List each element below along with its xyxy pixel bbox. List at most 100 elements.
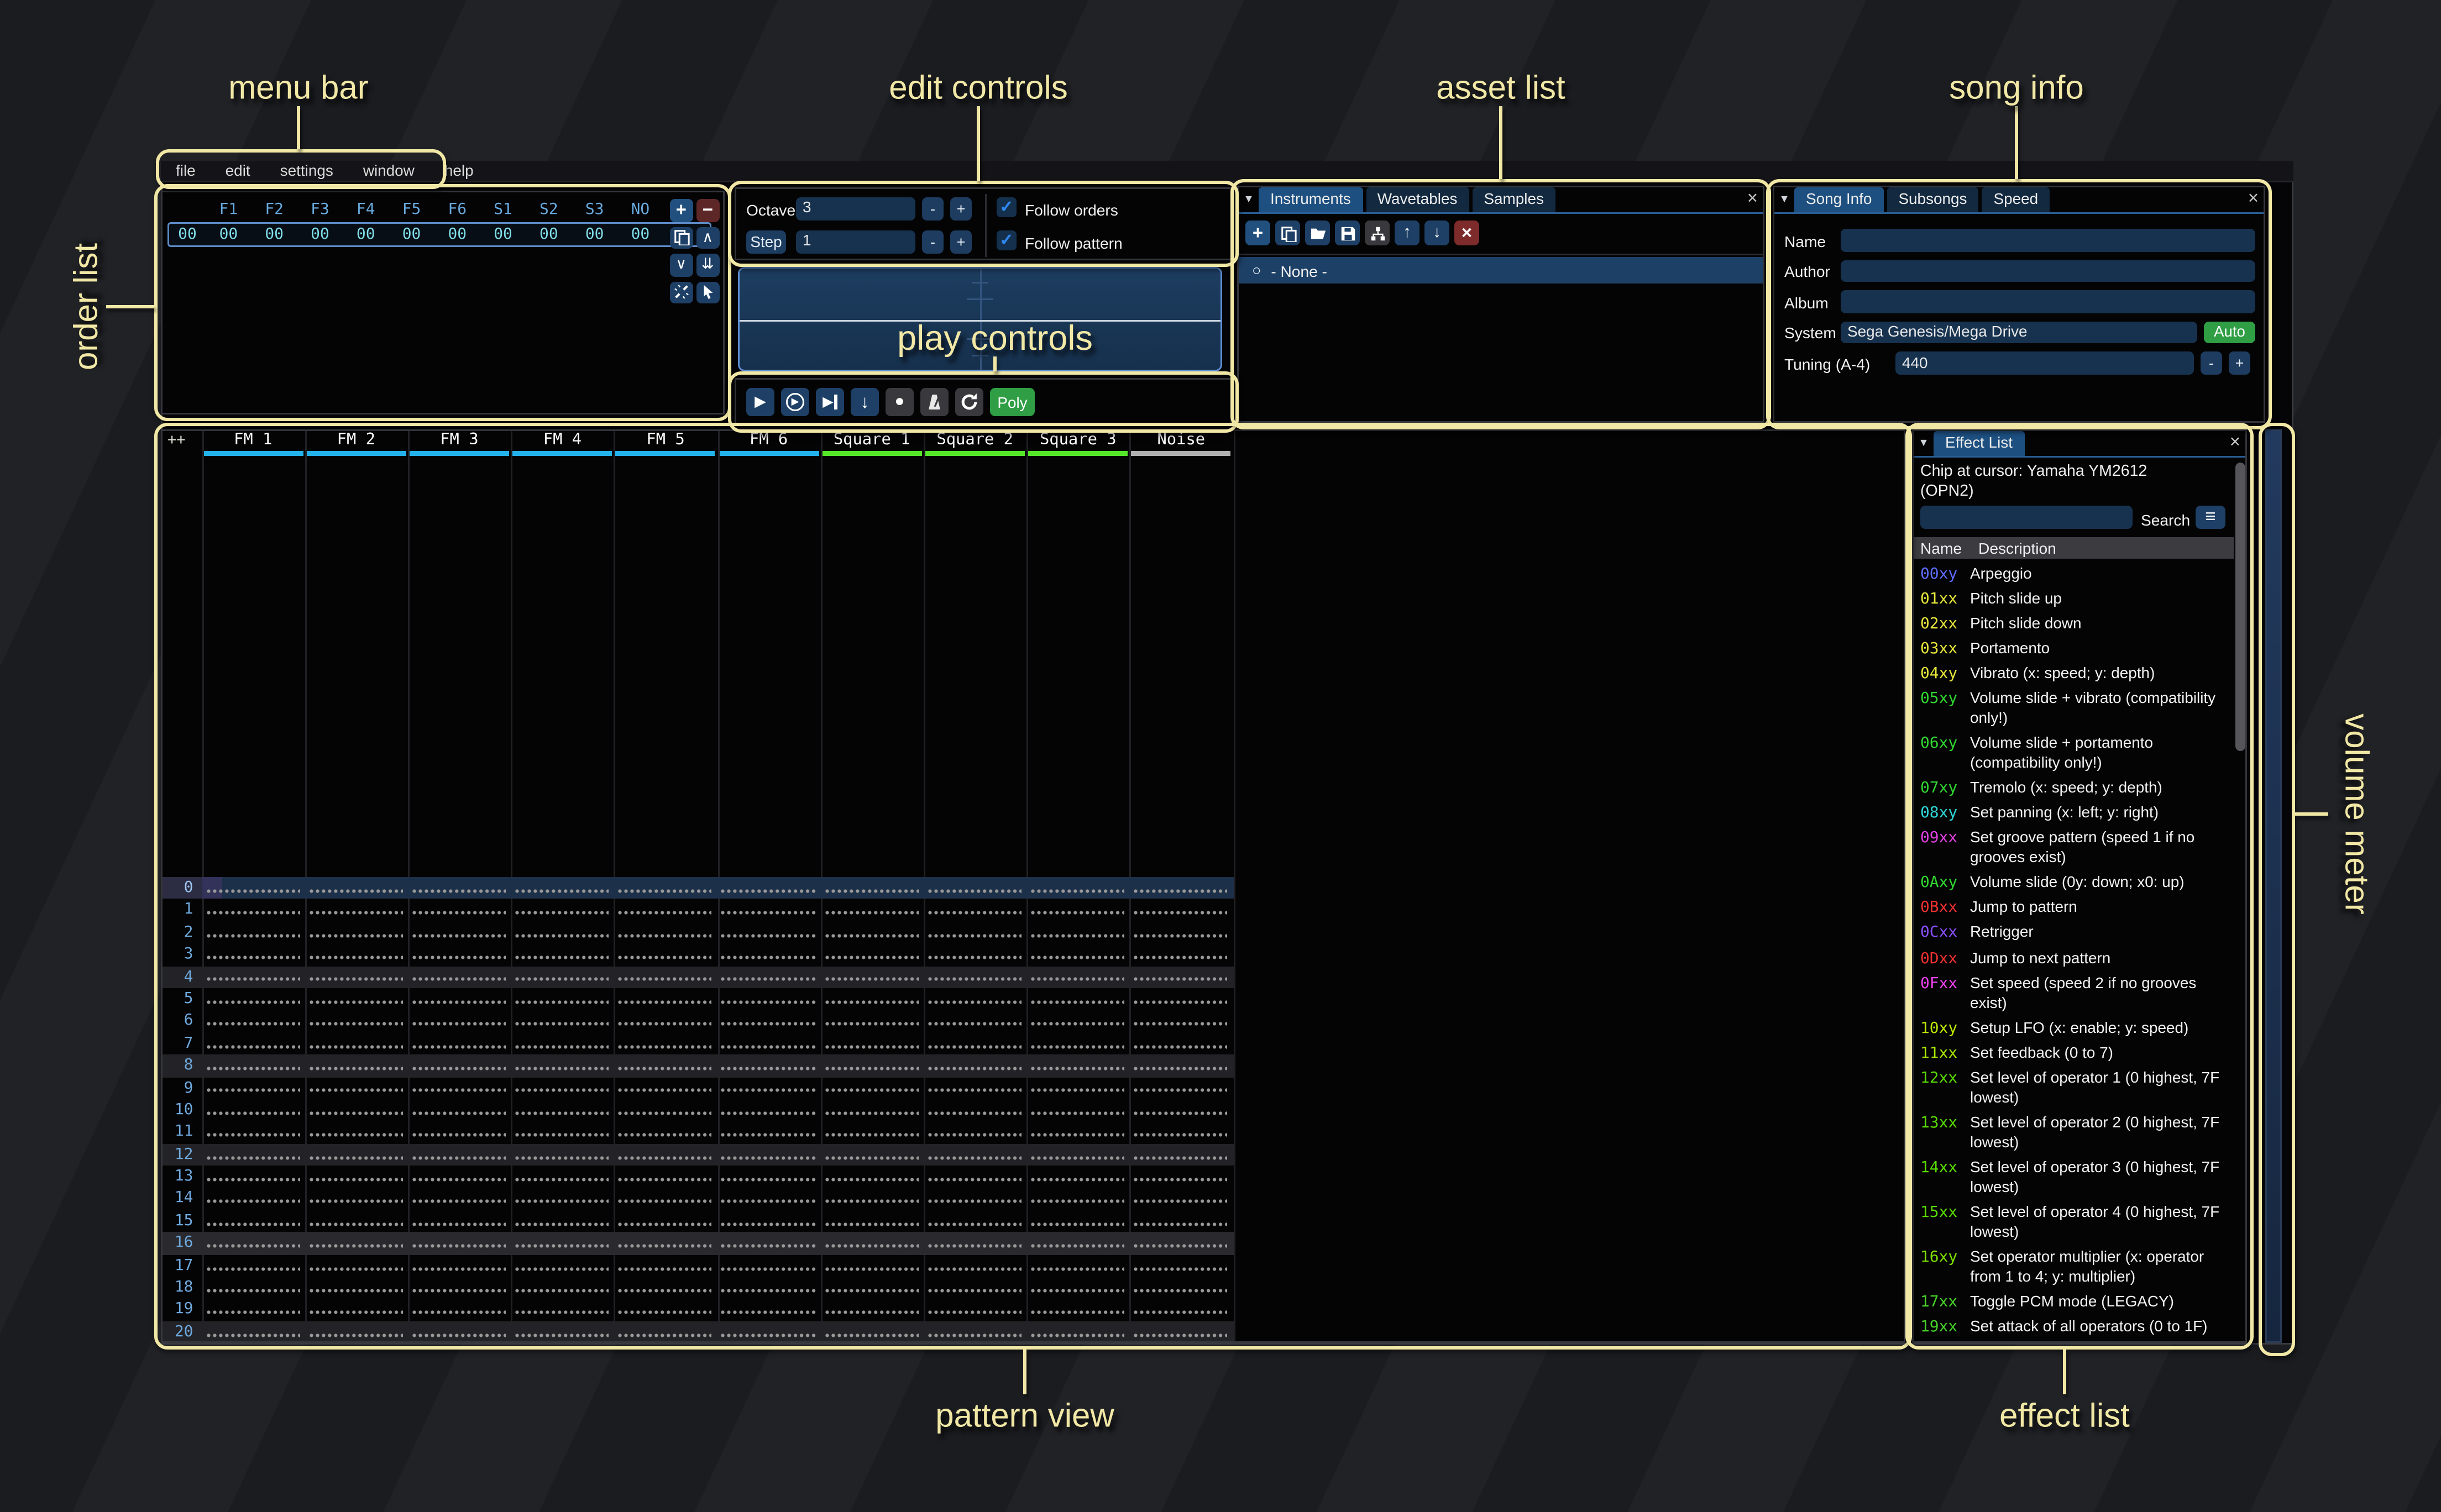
pattern-cell[interactable] <box>923 1188 1026 1210</box>
pattern-cell[interactable] <box>820 1054 924 1077</box>
octave-decrease-button[interactable]: - <box>922 197 944 220</box>
effect-search-input[interactable] <box>1920 506 2133 529</box>
pattern-cell[interactable] <box>305 1099 408 1121</box>
pattern-row[interactable]: 9 <box>163 1077 1233 1099</box>
order-cell[interactable]: 00 <box>617 225 663 244</box>
effect-list-tab[interactable]: Effect List <box>1934 431 2024 456</box>
pattern-cell[interactable] <box>1026 1299 1130 1321</box>
pattern-row[interactable]: 20 <box>163 1321 1233 1343</box>
pattern-cell[interactable] <box>202 1054 305 1077</box>
song-info-tab[interactable]: Subsongs <box>1887 187 1978 212</box>
poly-toggle-button[interactable]: Poly <box>990 388 1035 416</box>
menu-item[interactable]: file <box>161 160 211 182</box>
pattern-cell[interactable] <box>1026 1210 1130 1232</box>
order-row-selected[interactable]: 00 00000000000000000000 <box>167 222 711 247</box>
pattern-cell[interactable] <box>511 1143 614 1166</box>
effect-row[interactable]: 06xy Volume slide + portamento (compatib… <box>1914 732 2234 776</box>
pattern-cell[interactable] <box>408 1188 511 1210</box>
channel-header[interactable]: Noise <box>1130 431 1233 455</box>
pattern-cell[interactable] <box>511 921 614 943</box>
effect-row[interactable]: 04xy Vibrato (x: speed; y: depth) <box>1914 662 2234 687</box>
pattern-cell[interactable] <box>408 988 511 1010</box>
channel-header[interactable]: Square 3 <box>1026 431 1130 455</box>
play-pattern-button[interactable]: ▶ <box>781 388 809 416</box>
pattern-cell[interactable] <box>202 1277 305 1299</box>
pattern-cell[interactable] <box>202 966 305 988</box>
effect-row[interactable]: 05xy Volume slide + vibrato (compatibili… <box>1914 687 2234 732</box>
pattern-cell[interactable] <box>820 1321 924 1343</box>
pattern-cell[interactable] <box>511 966 614 988</box>
pattern-cell[interactable] <box>614 1188 717 1210</box>
pattern-cell[interactable] <box>1130 1188 1233 1210</box>
follow-orders-checkbox[interactable]: ✓ <box>997 197 1017 217</box>
order-column-header[interactable]: F1 <box>206 201 252 219</box>
pattern-row[interactable]: 6 <box>163 1010 1233 1032</box>
move-asset-up-button[interactable]: ↑ <box>1395 221 1419 245</box>
pattern-cell[interactable] <box>1130 899 1233 921</box>
pattern-row[interactable]: 7 <box>163 1032 1233 1054</box>
pattern-cell[interactable] <box>511 1277 614 1299</box>
order-cell[interactable]: 00 <box>389 225 434 244</box>
effect-row[interactable]: 01xx Pitch slide up <box>1914 587 2234 612</box>
order-column-header[interactable]: F5 <box>389 201 434 219</box>
menu-item[interactable]: window <box>348 160 429 182</box>
pattern-cell[interactable] <box>305 1232 408 1254</box>
pattern-cell[interactable] <box>820 877 924 899</box>
pattern-cell[interactable] <box>923 1121 1026 1143</box>
pattern-cell[interactable] <box>820 1232 924 1254</box>
asset-list-tab[interactable]: Wavetables <box>1366 187 1469 212</box>
duplicate-order-at-end-button[interactable]: ⇊ <box>696 254 719 276</box>
pattern-cell[interactable] <box>614 1277 717 1299</box>
pattern-cell[interactable] <box>511 1166 614 1188</box>
pattern-cell[interactable] <box>820 1010 924 1032</box>
pattern-cell[interactable] <box>202 899 305 921</box>
pattern-cell[interactable] <box>820 1210 924 1232</box>
pattern-row[interactable]: 14 <box>163 1188 1233 1210</box>
order-edit-mode-button[interactable] <box>696 281 719 304</box>
pattern-cell[interactable] <box>614 921 717 943</box>
pattern-cell[interactable] <box>1130 1299 1233 1321</box>
pattern-cell[interactable] <box>1130 1166 1233 1188</box>
add-asset-button[interactable]: + <box>1245 221 1270 245</box>
pattern-cell[interactable] <box>717 1077 820 1099</box>
channel-header[interactable]: Square 1 <box>820 431 924 455</box>
pattern-cell[interactable] <box>305 1188 408 1210</box>
pattern-cell[interactable] <box>408 1032 511 1054</box>
order-column-header[interactable]: F6 <box>434 201 480 219</box>
change-all-orders-button[interactable] <box>670 281 693 304</box>
effect-table-header[interactable]: Name Description <box>1914 537 2234 559</box>
pattern-cell[interactable] <box>614 1099 717 1121</box>
pattern-cell[interactable] <box>511 1188 614 1210</box>
pattern-cell[interactable] <box>1026 1032 1130 1054</box>
pattern-cell[interactable] <box>1026 921 1130 943</box>
pattern-cell[interactable] <box>820 1299 924 1321</box>
pattern-cell[interactable] <box>408 966 511 988</box>
pattern-cell[interactable] <box>511 1054 614 1077</box>
pattern-cell[interactable] <box>408 1054 511 1077</box>
pattern-cell[interactable] <box>614 944 717 966</box>
pattern-cell[interactable] <box>305 1010 408 1032</box>
asset-directory-view-button[interactable] <box>1365 221 1390 245</box>
pattern-cell[interactable] <box>717 1166 820 1188</box>
pattern-cell[interactable] <box>717 966 820 988</box>
pattern-row[interactable]: 10 <box>163 1099 1233 1121</box>
collapse-icon[interactable]: ▼ <box>1239 194 1259 212</box>
album-input[interactable] <box>1841 290 2255 313</box>
pattern-cell[interactable] <box>305 1254 408 1277</box>
pattern-cell[interactable] <box>820 1077 924 1099</box>
channel-header[interactable]: Square 2 <box>923 431 1026 455</box>
pattern-cell[interactable] <box>614 1054 717 1077</box>
step-down-button[interactable]: ↓ <box>851 388 879 416</box>
metronome-button[interactable] <box>920 388 949 416</box>
pattern-cell[interactable] <box>614 1232 717 1254</box>
pattern-cell[interactable] <box>408 944 511 966</box>
pattern-cell[interactable] <box>305 1299 408 1321</box>
pattern-cell[interactable] <box>1130 1277 1233 1299</box>
add-order-button[interactable]: + <box>670 199 693 222</box>
pattern-cell[interactable] <box>923 921 1026 943</box>
pattern-cell[interactable] <box>202 1321 305 1343</box>
pattern-cell[interactable] <box>408 1010 511 1032</box>
pattern-cell[interactable] <box>1026 1010 1130 1032</box>
order-column-header[interactable]: S2 <box>526 201 572 219</box>
pattern-cell[interactable] <box>820 1254 924 1277</box>
